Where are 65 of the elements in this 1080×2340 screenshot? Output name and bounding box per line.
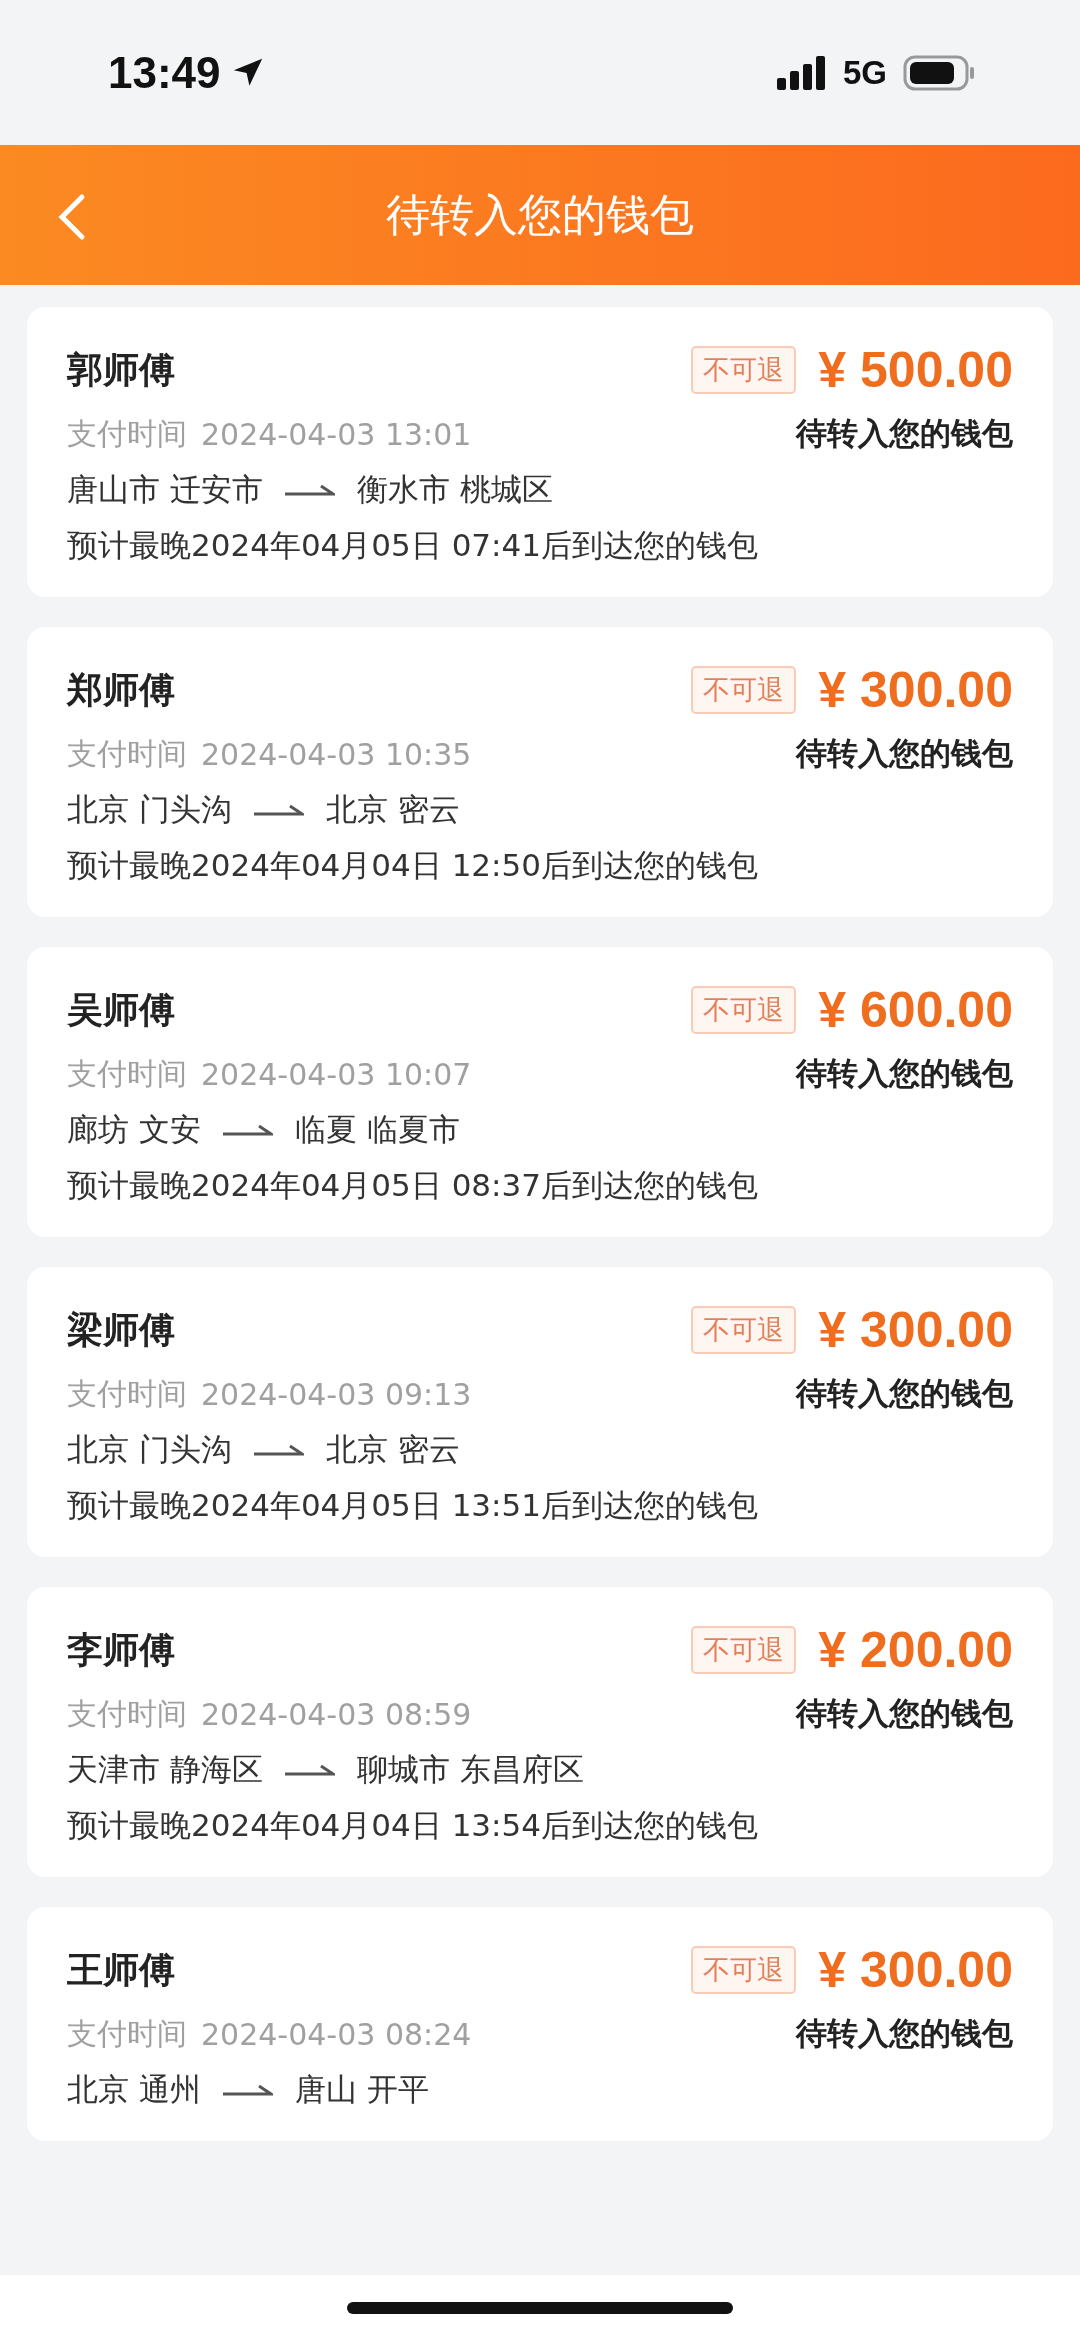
route-destination: 临夏 临夏市 — [294, 1110, 460, 1149]
signal-icon — [776, 55, 827, 90]
page-title: 待转入您的钱包 — [386, 187, 694, 242]
amount: ¥ 500.00 — [818, 341, 1013, 399]
route-origin: 北京 门头沟 — [67, 790, 232, 829]
order-status: 待转入您的钱包 — [796, 1374, 1013, 1413]
paid-label: 支付时间 — [67, 414, 187, 453]
paid-label: 支付时间 — [67, 1054, 187, 1093]
order-card[interactable]: 郭师傅 不可退 ¥ 500.00 支付时间 2024-04-03 13:01 待转入您的钱包 唐山市 迁安市 衡水市 桃城区 预计最晚2024年04月05日 07:41后到达您的钱包 — [27, 307, 1053, 597]
amount: ¥ 300.00 — [818, 661, 1013, 719]
order-status: 待转入您的钱包 — [796, 1054, 1013, 1093]
order-card[interactable]: 郑师傅 不可退 ¥ 300.00 支付时间 2024-04-03 10:35 待转入您的钱包 北京 门头沟 北京 密云 预计最晚2024年04月04日 12:50后到达您的钱包 — [27, 627, 1053, 917]
paid-time: 2024-04-03 08:24 — [201, 2016, 472, 2052]
order-card[interactable]: 李师傅 不可退 ¥ 200.00 支付时间 2024-04-03 08:59 待转入您的钱包 天津市 静海区 聊城市 东昌府区 预计最晚2024年04月04日 13:54后到达您的钱包 — [27, 1587, 1053, 1877]
refund-tag: 不可退 — [691, 986, 797, 1034]
order-status: 待转入您的钱包 — [796, 2014, 1013, 2053]
route-destination: 聊城市 东昌府区 — [356, 1750, 584, 1789]
route-destination: 唐山 开平 — [294, 2070, 429, 2109]
driver-name: 王师傅 — [67, 1947, 175, 1992]
route-origin: 廊坊 文安 — [67, 1110, 201, 1149]
order-card[interactable]: 梁师傅 不可退 ¥ 300.00 支付时间 2024-04-03 09:13 待转入您的钱包 北京 门头沟 北京 密云 预计最晚2024年04月05日 13:51后到达您的钱包 — [27, 1267, 1053, 1557]
paid-label: 支付时间 — [67, 1694, 187, 1733]
refund-tag: 不可退 — [691, 346, 797, 394]
order-card[interactable]: 吴师傅 不可退 ¥ 600.00 支付时间 2024-04-03 10:07 待转入您的钱包 廊坊 文安 临夏 临夏市 预计最晚2024年04月05日 08:37后到达您的钱包 — [27, 947, 1053, 1237]
amount: ¥ 600.00 — [818, 981, 1013, 1039]
driver-name: 吴师傅 — [67, 987, 175, 1032]
arrival-estimate: 预计最晚2024年04月05日 07:41后到达您的钱包 — [67, 526, 759, 565]
paid-label: 支付时间 — [67, 1374, 187, 1413]
driver-name: 郭师傅 — [67, 347, 175, 392]
refund-tag: 不可退 — [691, 1306, 797, 1354]
refund-tag: 不可退 — [691, 1946, 797, 1994]
order-status: 待转入您的钱包 — [796, 414, 1013, 453]
network-label: 5G — [842, 53, 887, 92]
route-origin: 唐山市 迁安市 — [67, 470, 263, 509]
order-card[interactable]: 王师傅 不可退 ¥ 300.00 支付时间 2024-04-03 08:24 待转入您的钱包 北京 通州 唐山 开平 — [27, 1907, 1053, 2141]
driver-name: 梁师傅 — [67, 1307, 175, 1352]
refund-tag: 不可退 — [691, 1626, 797, 1674]
route-origin: 北京 通州 — [67, 2070, 201, 2109]
paid-time: 2024-04-03 09:13 — [201, 1376, 472, 1412]
arrival-estimate: 预计最晚2024年04月05日 13:51后到达您的钱包 — [67, 1486, 759, 1525]
refund-tag: 不可退 — [691, 666, 797, 714]
arrival-estimate: 预计最晚2024年04月04日 13:54后到达您的钱包 — [67, 1806, 759, 1845]
amount: ¥ 300.00 — [818, 1941, 1013, 1999]
back-icon[interactable] — [56, 193, 86, 241]
route-origin: 天津市 静海区 — [67, 1750, 263, 1789]
amount: ¥ 200.00 — [818, 1621, 1013, 1679]
paid-time: 2024-04-03 08:59 — [201, 1696, 472, 1732]
route-destination: 衡水市 桃城区 — [356, 470, 553, 509]
amount: ¥ 300.00 — [818, 1301, 1013, 1359]
route-destination: 北京 密云 — [325, 790, 460, 829]
arrival-estimate: 预计最晚2024年04月04日 12:50后到达您的钱包 — [67, 846, 759, 885]
route-destination: 北京 密云 — [325, 1430, 460, 1469]
paid-label: 支付时间 — [67, 734, 187, 773]
battery-icon — [903, 54, 975, 91]
paid-time: 2024-04-03 10:35 — [201, 736, 472, 772]
arrival-estimate: 预计最晚2024年04月05日 08:37后到达您的钱包 — [67, 1166, 759, 1205]
driver-name: 李师傅 — [67, 1627, 175, 1672]
order-status: 待转入您的钱包 — [796, 1694, 1013, 1733]
route-origin: 北京 门头沟 — [67, 1430, 232, 1469]
driver-name: 郑师傅 — [67, 667, 175, 712]
paid-time: 2024-04-03 10:07 — [201, 1056, 472, 1092]
paid-time: 2024-04-03 13:01 — [201, 416, 472, 452]
paid-label: 支付时间 — [67, 2014, 187, 2053]
status-time: 13:49 — [108, 47, 221, 98]
order-status: 待转入您的钱包 — [796, 734, 1013, 773]
